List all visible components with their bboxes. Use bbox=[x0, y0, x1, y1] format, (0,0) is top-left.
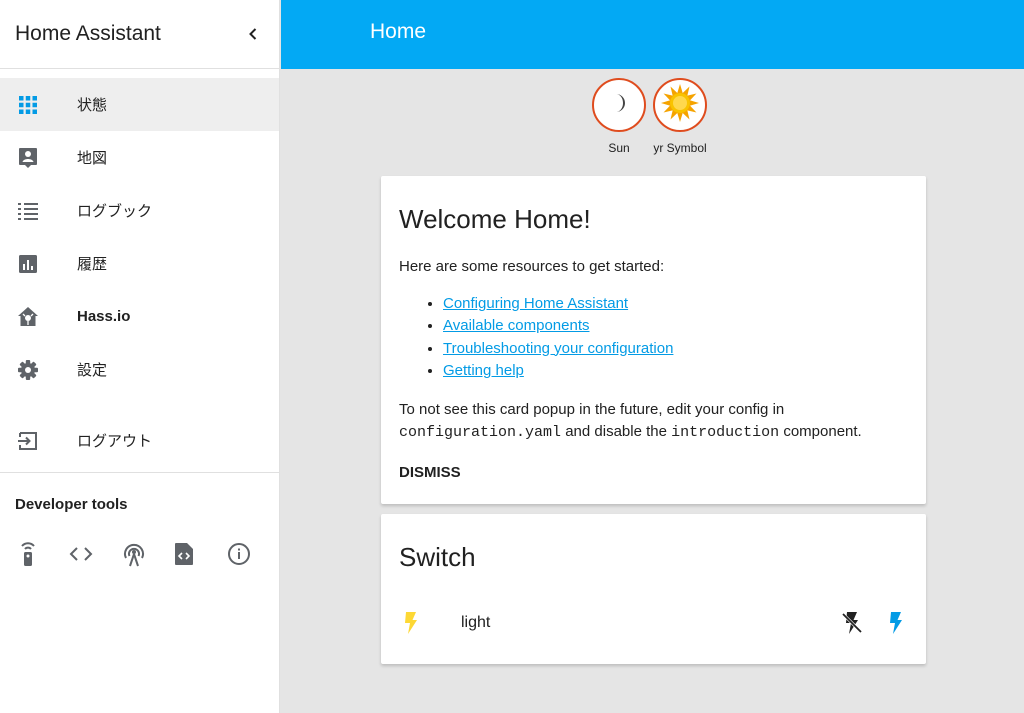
badges-row: Sun yr Symbol bbox=[592, 78, 707, 155]
note-code-introduction: introduction bbox=[671, 424, 780, 442]
link-configuring[interactable]: Configuring Home Assistant bbox=[443, 295, 628, 312]
flash-icon[interactable] bbox=[399, 611, 423, 635]
developer-tools-title: Developer tools bbox=[15, 496, 128, 513]
note-text: component. bbox=[779, 423, 862, 441]
resource-list: Configuring Home Assistant Available com… bbox=[399, 293, 908, 382]
remote-icon[interactable] bbox=[17, 540, 69, 568]
sidebar-header: Home Assistant bbox=[0, 0, 279, 69]
sidebar-item-history[interactable]: 履歴 bbox=[0, 237, 279, 290]
sidebar-item-map[interactable]: 地図 bbox=[0, 131, 279, 184]
note-text: and disable the bbox=[561, 423, 672, 441]
sidebar-item-label: ログアウト bbox=[77, 433, 153, 450]
link-getting-help[interactable]: Getting help bbox=[443, 362, 524, 379]
badge-circle bbox=[653, 78, 707, 132]
card-lead: Here are some resources to get started: bbox=[399, 258, 665, 275]
antenna-icon[interactable] bbox=[122, 540, 174, 568]
link-components[interactable]: Available components bbox=[443, 317, 589, 334]
sidebar-item-states[interactable]: 状態 bbox=[0, 78, 279, 131]
moon-icon bbox=[608, 92, 630, 119]
sun-icon bbox=[660, 83, 700, 128]
badge-label: yr Symbol bbox=[653, 141, 707, 155]
sidebar-item-logout[interactable]: ログアウト bbox=[0, 414, 279, 467]
code-icon[interactable] bbox=[69, 540, 121, 568]
switch-card: Switch light bbox=[381, 514, 926, 664]
badge-yr-symbol[interactable]: yr Symbol bbox=[653, 78, 707, 155]
note-text: To not see this card popup in the future… bbox=[399, 401, 785, 419]
card-title: Welcome Home! bbox=[399, 204, 591, 234]
chevron-left-icon[interactable] bbox=[241, 22, 265, 46]
sidebar-item-label: Hass.io bbox=[77, 308, 131, 325]
sidebar-item-label: ログブック bbox=[77, 203, 153, 220]
card-note: To not see this card popup in the future… bbox=[399, 399, 908, 444]
file-code-icon[interactable] bbox=[174, 540, 226, 568]
list-icon bbox=[17, 200, 39, 222]
sidebar-item-logbook[interactable]: ログブック bbox=[0, 184, 279, 237]
sidebar-item-settings[interactable]: 設定 bbox=[0, 343, 279, 396]
sidebar-item-label: 状態 bbox=[77, 97, 108, 114]
list-item: Configuring Home Assistant bbox=[443, 293, 908, 315]
welcome-card: Welcome Home! Here are some resources to… bbox=[381, 176, 926, 504]
chart-icon bbox=[17, 253, 39, 275]
gear-icon bbox=[17, 359, 39, 381]
sidebar-item-label: 地図 bbox=[77, 150, 108, 167]
sidebar-item-label: 履歴 bbox=[77, 256, 108, 273]
entity-name[interactable]: light bbox=[461, 614, 490, 632]
flash-off-button[interactable] bbox=[840, 611, 864, 635]
developer-tools bbox=[0, 513, 279, 568]
exit-icon bbox=[17, 430, 39, 452]
flash-on-button[interactable] bbox=[884, 611, 908, 635]
account-box-icon bbox=[17, 147, 39, 169]
list-item: Available components bbox=[443, 315, 908, 337]
page-title: Home bbox=[370, 20, 427, 43]
sidebar-nav: 状態 地図 ログブック 履歴 Hass.io 設定 ログアウト bbox=[0, 69, 279, 467]
grid-icon bbox=[17, 94, 39, 116]
card-title: Switch bbox=[399, 542, 476, 572]
badge-label: Sun bbox=[608, 141, 630, 155]
badge-sun[interactable]: Sun bbox=[592, 78, 646, 155]
dismiss-button[interactable]: DISMISS bbox=[399, 464, 461, 481]
top-app-bar: Home bbox=[281, 0, 1024, 69]
list-item: Getting help bbox=[443, 360, 908, 382]
sidebar: Home Assistant 状態 地図 ログブック 履歴 Hass.io 設定… bbox=[0, 0, 280, 713]
note-code-config: configuration.yaml bbox=[399, 424, 562, 442]
info-icon[interactable] bbox=[227, 540, 279, 568]
sidebar-item-label: 設定 bbox=[77, 362, 108, 379]
badge-circle bbox=[592, 78, 646, 132]
hassio-icon bbox=[17, 306, 39, 328]
sidebar-item-hassio[interactable]: Hass.io bbox=[0, 290, 279, 343]
app-title: Home Assistant bbox=[15, 22, 161, 45]
list-item: Troubleshooting your configuration bbox=[443, 338, 908, 360]
link-troubleshooting[interactable]: Troubleshooting your configuration bbox=[443, 340, 673, 357]
entity-row: light bbox=[399, 608, 908, 638]
